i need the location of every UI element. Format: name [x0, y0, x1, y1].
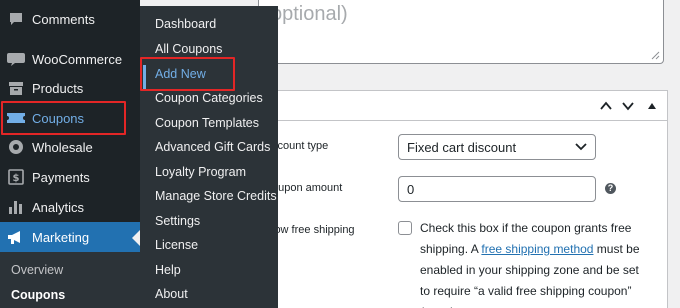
coupons-highlight-box	[1, 101, 126, 135]
comment-icon	[6, 9, 26, 29]
svg-text:$: $	[13, 173, 20, 184]
sidebar-item-woocommerce[interactable]: WooCommerce	[0, 44, 140, 74]
flyout-item-manage-store-credits[interactable]: Manage Store Credits	[155, 189, 277, 203]
flyout-item-loyalty-program[interactable]: Loyalty Program	[155, 165, 246, 179]
coupons-flyout-menu: Dashboard All Coupons Add New Coupon Cat…	[140, 6, 278, 308]
bar-chart-icon	[6, 197, 26, 217]
flyout-item-coupon-categories[interactable]: Coupon Categories	[155, 91, 263, 105]
sidebar-item-wholesale[interactable]: Wholesale	[0, 132, 140, 162]
flyout-item-coupon-templates[interactable]: Coupon Templates	[155, 116, 259, 130]
admin-sidebar: Comments WooCommerce Products Coupons Wh…	[0, 0, 140, 308]
sidebar-item-marketing[interactable]: Marketing	[0, 222, 140, 252]
sidebar-item-label: WooCommerce	[32, 51, 123, 67]
flyout-item-about[interactable]: About	[155, 287, 188, 301]
free-shipping-label: low free shipping	[272, 224, 355, 236]
sidebar-item-label: Payments	[32, 169, 90, 185]
flyout-item-advanced-gift-cards[interactable]: Advanced Gift Cards	[155, 140, 270, 154]
sidebar-item-comments[interactable]: Comments	[0, 4, 140, 34]
coupon-amount-field[interactable]	[398, 176, 596, 202]
flyout-item-all-coupons[interactable]: All Coupons	[155, 42, 222, 56]
discount-type-select[interactable]: Fixed cart discount	[398, 134, 596, 160]
free-shipping-description: Check this box if the coupon grants free…	[420, 218, 650, 308]
archive-icon	[6, 78, 26, 98]
marketing-submenu: Overview Coupons	[0, 252, 140, 308]
coupon-amount-input[interactable]	[399, 177, 595, 201]
discount-type-value: Fixed cart discount	[407, 140, 517, 155]
discount-type-label: scount type	[272, 140, 329, 152]
free-shipping-method-link[interactable]: free shipping method	[481, 242, 593, 256]
sidebar-item-label: Analytics	[32, 199, 85, 215]
sidebar-item-label: Products	[32, 80, 84, 96]
sidebar-item-products[interactable]: Products	[0, 73, 140, 103]
flyout-item-license[interactable]: License	[155, 238, 198, 252]
coupon-amount-label: oupon amount	[272, 182, 343, 194]
megaphone-icon	[6, 227, 26, 247]
free-shipping-checkbox[interactable]	[398, 221, 412, 235]
description-placeholder: optional)	[271, 3, 348, 25]
wholesale-icon	[6, 137, 26, 157]
submenu-item-overview[interactable]: Overview	[11, 263, 63, 277]
flyout-item-settings[interactable]: Settings	[155, 214, 200, 228]
sidebar-item-payments[interactable]: $ Payments	[0, 162, 140, 192]
add-new-highlight-box	[140, 57, 235, 91]
help-tip-icon[interactable]: ?	[605, 183, 616, 194]
collapse-triangle-icon[interactable]	[645, 99, 659, 113]
sidebar-item-label: Marketing	[32, 229, 90, 245]
flyout-item-dashboard[interactable]: Dashboard	[155, 17, 216, 31]
submenu-item-coupons[interactable]: Coupons	[11, 288, 65, 302]
resize-grip-icon[interactable]	[651, 51, 660, 60]
flyout-item-help[interactable]: Help	[155, 263, 181, 277]
sidebar-item-label: Comments	[32, 11, 95, 27]
sidebar-item-label: Wholesale	[32, 139, 93, 155]
woocommerce-icon	[6, 49, 26, 69]
chevron-down-icon[interactable]	[621, 99, 635, 113]
chevron-down-icon	[575, 143, 587, 151]
sidebar-item-analytics[interactable]: Analytics	[0, 192, 140, 222]
description-textarea[interactable]: optional)	[258, 0, 664, 64]
chevron-up-icon[interactable]	[599, 99, 613, 113]
dollar-icon: $	[6, 167, 26, 187]
coupon-data-panel-header	[259, 91, 667, 121]
